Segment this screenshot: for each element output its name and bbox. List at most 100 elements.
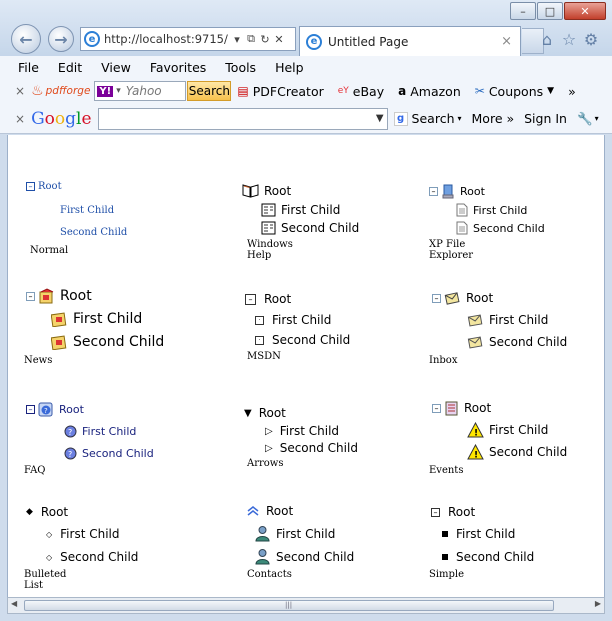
collapse-icon[interactable]: – — [245, 293, 256, 305]
maximize-button[interactable]: □ — [537, 2, 563, 20]
chevron-down-icon[interactable]: ▾ — [116, 86, 121, 96]
pdfforge-toolbar: × ♨ pdfforge Y! ▾ Yahoo Search ▤ PDFCrea… — [0, 78, 612, 104]
flame-icon: ♨ — [31, 83, 44, 99]
pdfforge-logo[interactable]: ♨ pdfforge — [31, 83, 90, 99]
collapse-icon[interactable]: – — [26, 291, 35, 301]
collapse-icon[interactable]: – — [432, 293, 441, 303]
tree-node-root[interactable]: – Root — [26, 181, 62, 192]
pdfcreator-button[interactable]: ▤ PDFCreator — [237, 84, 323, 99]
collapse-icon[interactable]: – — [429, 187, 438, 196]
tree-node-child[interactable]: ▷ Second Child — [265, 441, 358, 455]
tree-node-child[interactable]: First Child — [60, 205, 114, 216]
tree-node-root[interactable]: – ? Root — [26, 401, 84, 417]
minimize-button[interactable]: – — [510, 2, 536, 20]
scroll-right-icon[interactable]: ▶ — [595, 599, 601, 608]
menu-favorites[interactable]: Favorites — [150, 60, 206, 75]
envelope-icon — [467, 313, 484, 327]
menu-view[interactable]: View — [101, 60, 131, 75]
gear-icon[interactable]: ⚙ — [580, 30, 602, 49]
browser-tab[interactable]: e Untitled Page × — [299, 26, 521, 56]
tree-node-child[interactable]: ! Second Child — [467, 444, 567, 460]
tree-node-child[interactable]: First Child — [51, 311, 142, 327]
horizontal-scrollbar[interactable]: ◀ ||| ▶ — [7, 597, 605, 614]
ebay-icon: eY — [337, 86, 349, 96]
close-window-button[interactable]: ✕ — [564, 2, 606, 20]
tree-node-root[interactable]: – Root — [26, 288, 92, 304]
collapse-icon[interactable]: – — [26, 404, 35, 414]
yahoo-search-button[interactable]: Search — [187, 81, 232, 101]
chevron-down-icon[interactable]: ▼ — [376, 113, 384, 124]
tree-node-root[interactable]: ▼ Root — [244, 406, 286, 420]
refresh-icon[interactable]: ↻ — [258, 33, 272, 46]
tree-node-root[interactable]: – Root — [432, 291, 493, 305]
tree-node-child[interactable]: Second Child — [456, 221, 545, 235]
menu-help[interactable]: Help — [275, 60, 304, 75]
tree-node-child[interactable]: · Second Child — [255, 333, 350, 347]
amazon-button[interactable]: a Amazon — [398, 84, 461, 99]
tree-node-root[interactable]: – Root — [432, 400, 491, 416]
google-logo[interactable]: Google — [31, 109, 91, 129]
bullet-filled-icon: ◆ — [26, 507, 33, 517]
tree-node-child[interactable]: ▷ First Child — [265, 424, 339, 438]
tree-caption: Contacts — [247, 569, 292, 580]
collapse-icon[interactable]: – — [26, 182, 35, 191]
favorites-star-icon[interactable]: ☆ — [558, 30, 580, 49]
toolbar-close-icon[interactable]: × — [15, 84, 25, 98]
tree-node-child[interactable]: ? Second Child — [64, 447, 154, 460]
tree-node-child[interactable]: Second Child — [261, 221, 359, 235]
toolbar-close-icon[interactable]: × — [15, 112, 25, 126]
menu-file[interactable]: File — [18, 60, 39, 75]
tree-node-child[interactable]: Second Child — [51, 334, 164, 350]
stop-icon[interactable]: ✕ — [272, 33, 286, 46]
tree-node-child[interactable]: First Child — [456, 203, 527, 217]
chevron-down-icon: ▾ — [457, 114, 462, 123]
tree-node-root[interactable]: Root — [246, 504, 293, 518]
forward-button[interactable]: → — [48, 26, 74, 52]
wrench-icon[interactable]: 🔧 ▾ — [577, 111, 599, 127]
tree-node-child[interactable]: Second Child — [254, 548, 354, 565]
collapse-icon[interactable]: – — [431, 507, 440, 517]
news-icon — [38, 288, 55, 304]
google-signin-button[interactable]: Sign In — [524, 111, 567, 126]
tree-caption: Bulleted List — [24, 569, 67, 591]
tree-node-root[interactable]: Root — [242, 183, 291, 198]
tree-node-root[interactable]: ◆ Root — [26, 505, 68, 519]
scroll-left-icon[interactable]: ◀ — [11, 599, 17, 608]
tree-node-root[interactable]: – Root — [245, 292, 291, 306]
compat-view-icon[interactable]: ⧉ — [244, 32, 258, 46]
tree-node-child[interactable]: First Child — [442, 527, 515, 541]
tree-node-child[interactable]: First Child — [254, 525, 335, 542]
arrow-right-icon[interactable]: ▷ — [265, 426, 273, 437]
tree-node-child[interactable]: Second Child — [467, 335, 567, 349]
back-button[interactable]: ← — [11, 24, 41, 54]
address-bar[interactable]: e http://localhost:9715/ ▾ ⧉ ↻ ✕ — [80, 27, 296, 51]
menu-edit[interactable]: Edit — [58, 60, 82, 75]
arrow-down-icon[interactable]: ▼ — [244, 408, 252, 419]
tree-caption: News — [24, 355, 53, 366]
tree-node-child[interactable]: First Child — [261, 203, 340, 217]
home-icon[interactable]: ⌂ — [536, 30, 558, 49]
google-more-button[interactable]: More » — [472, 111, 515, 126]
tree-node-child[interactable]: ◇ First Child — [46, 527, 120, 541]
address-url[interactable]: http://localhost:9715/ — [104, 32, 230, 46]
tree-node-child[interactable]: First Child — [467, 313, 548, 327]
google-search-input[interactable]: ▼ — [97, 107, 388, 130]
toolbar-more-icon[interactable]: » — [568, 84, 576, 99]
tree-node-child[interactable]: ? First Child — [64, 425, 136, 438]
tree-node-child[interactable]: Second Child — [442, 550, 534, 564]
tab-close-icon[interactable]: × — [501, 34, 512, 49]
google-search-button[interactable]: g Search ▾ — [393, 111, 462, 126]
tree-node-root[interactable]: – Root — [431, 505, 475, 519]
tree-node-child[interactable]: Second Child — [60, 227, 127, 238]
search-dropdown-icon[interactable]: ▾ — [230, 33, 244, 46]
yahoo-search-input[interactable]: Y! ▾ Yahoo — [94, 81, 187, 101]
ebay-button[interactable]: eY eBay — [338, 84, 384, 99]
arrow-right-icon[interactable]: ▷ — [265, 443, 273, 454]
coupons-button[interactable]: ✂ Coupons ▼ — [475, 84, 554, 99]
tree-node-child[interactable]: ◇ Second Child — [46, 550, 138, 564]
tree-node-child[interactable]: · First Child — [255, 313, 331, 327]
collapse-icon[interactable]: – — [432, 403, 441, 413]
tree-node-child[interactable]: ! First Child — [467, 422, 548, 438]
menu-tools[interactable]: Tools — [225, 60, 256, 75]
tree-node-root[interactable]: – Root — [429, 184, 485, 199]
